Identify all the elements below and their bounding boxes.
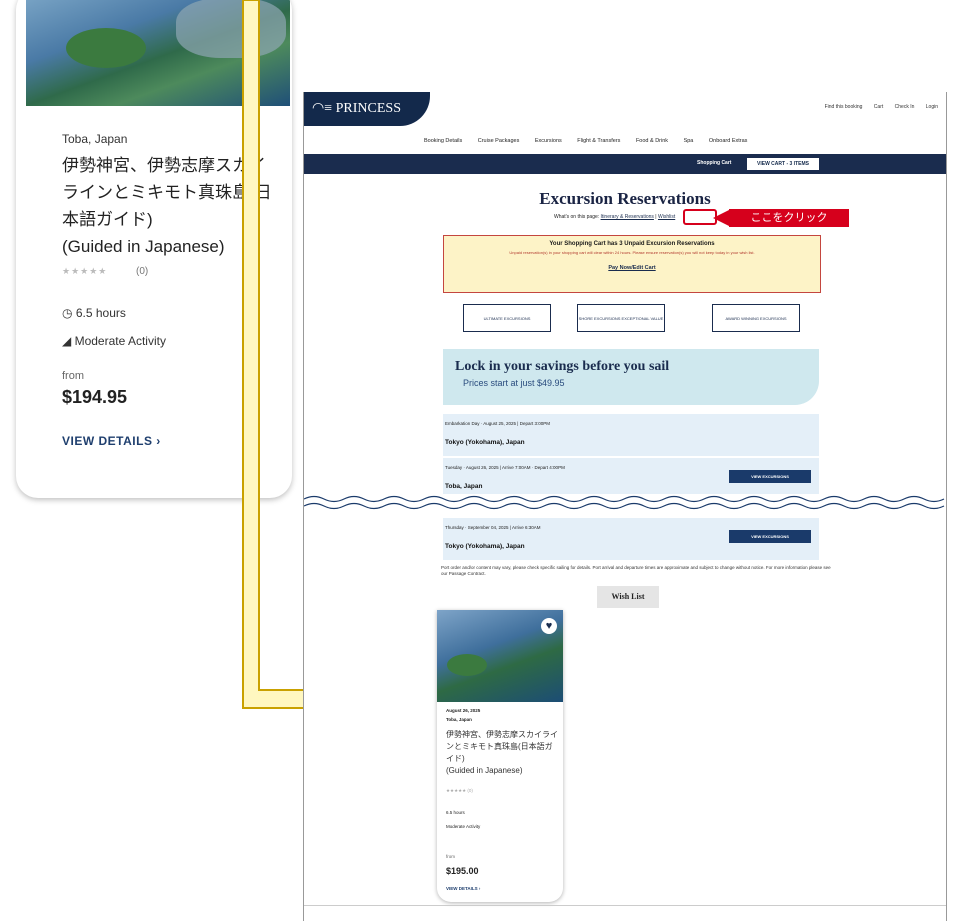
shopping-cart-bar: Shopping Cart VIEW CART - 3 ITEMS [304,154,946,174]
port-meta: Tuesday · August 26, 2025 | Arrive 7:00A… [445,465,565,470]
princess-logo[interactable]: ◠≡ PRINCESS [304,92,430,126]
badge-award-winning[interactable]: AWARD WINNING EXCURSIONS [712,304,800,332]
top-links: Find this booking Cart Check In Login [815,104,938,110]
duration: 6.5 hours [446,810,465,815]
port-name: Toba, Japan [445,483,483,490]
port-meta: Thursday · September 04, 2025 | Arrive 6… [445,525,541,530]
rating-stars: ★★★★★ (0) [446,788,473,793]
view-excursions-button[interactable]: VIEW EXCURSIONS [729,470,811,483]
wish-list-button[interactable]: Wish List [597,586,659,608]
cart-link[interactable]: Cart [874,104,883,110]
port-meta: Embarkation Day · August 25, 2025 | Depa… [445,421,550,426]
price: $195.00 [446,866,479,876]
port-name: Tokyo (Yokohama), Japan [445,439,525,446]
alert-detail: Unpaid reservation(s) in your shopping c… [509,250,755,255]
card-port: Toba, Japan [446,717,472,722]
badge-ultimate[interactable]: ULTIMATE EXCURSIONS [463,304,551,332]
nav-cruise-packages[interactable]: Cruise Packages [478,138,520,144]
website-screenshot: ◠≡ PRINCESS Find this booking Cart Check… [303,92,947,921]
on-page-links: What's on this page: Itinerary & Reserva… [554,214,676,220]
itinerary-link[interactable]: Itinerary & Reservations [601,214,654,220]
find-booking-link[interactable]: Find this booking [825,104,863,110]
nav-flight-transfers[interactable]: Flight & Transfers [577,138,620,144]
banner-heading: Lock in your savings before you sail [455,359,670,374]
nav-spa[interactable]: Spa [684,138,694,144]
login-link[interactable]: Login [926,104,938,110]
port-row: Thursday · September 04, 2025 | Arrive 6… [443,518,819,560]
click-here-callout: ここをクリック [729,209,849,227]
card-title: 伊勢神宮、伊勢志摩スカイラインとミキモト真珠島(日本語ガイド) (Guided i… [446,730,558,775]
page-title: Excursion Reservations [539,189,711,208]
unpaid-reservations-alert: Your Shopping Cart has 3 Unpaid Excursio… [443,235,821,293]
logo-icon: ◠≡ [312,101,336,116]
nav-onboard-extras[interactable]: Onboard Extras [709,138,748,144]
nav-booking-details[interactable]: Booking Details [424,138,462,144]
price-from-label: from [446,854,455,859]
banner-subtext: Prices start at just $49.95 [463,378,565,388]
header: ◠≡ PRINCESS Find this booking Cart Check… [304,92,946,128]
wishlist-link[interactable]: Wishlist [658,214,675,220]
check-in-link[interactable]: Check In [895,104,915,110]
nav-excursions[interactable]: Excursions [535,138,562,144]
port-name: Tokyo (Yokohama), Japan [445,543,525,550]
wishlist-highlight [683,209,717,225]
nav-food-drink[interactable]: Food & Drink [636,138,668,144]
main-nav: Booking Details Cruise Packages Excursio… [424,138,761,144]
activity-level: Moderate Activity [446,824,481,829]
wishlist-card[interactable]: ♥ August 26, 2025 Toba, Japan 伊勢神宮、伊勢志摩ス… [437,610,563,902]
heart-icon[interactable]: ♥ [541,618,557,634]
port-row: Embarkation Day · August 25, 2025 | Depa… [443,414,819,456]
cart-label: Shopping Cart [697,160,732,166]
callout-arrow [713,210,729,226]
view-excursions-button[interactable]: VIEW EXCURSIONS [729,530,811,543]
page-cut-wave [304,494,946,510]
view-details-link[interactable]: VIEW DETAILS › [446,886,480,891]
card-date: August 26, 2025 [446,708,481,713]
pay-now-link[interactable]: Pay Now/Edit Cart [444,265,820,271]
view-cart-button[interactable]: VIEW CART - 3 ITEMS [747,158,819,170]
itinerary-disclaimer: Port order and/or content may vary, plea… [441,565,831,576]
savings-banner: Lock in your savings before you sail Pri… [443,349,819,405]
alert-heading: Your Shopping Cart has 3 Unpaid Excursio… [549,241,715,247]
badge-exceptional-value[interactable]: SHORE EXCURSIONS EXCEPTIONAL VALUE [577,304,665,332]
footer-divider [304,905,946,906]
